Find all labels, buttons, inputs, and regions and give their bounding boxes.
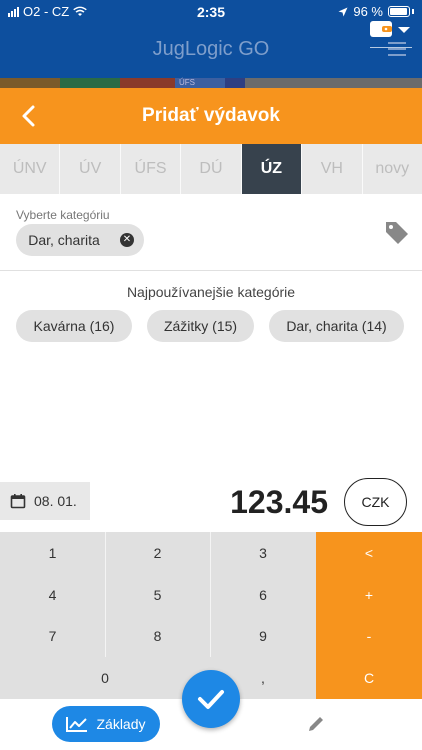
color-segment — [60, 78, 120, 88]
date-picker[interactable]: 08. 01. — [0, 482, 90, 520]
menu-icon[interactable] — [388, 42, 406, 56]
color-segment — [245, 78, 422, 88]
account-tabs: ÚNV ÚV ÚFS DÚ ÚZ VH novy — [0, 144, 422, 194]
wallet-underline — [370, 47, 412, 48]
tab-uv[interactable]: ÚV — [60, 144, 121, 194]
amount-display: 123.45 — [230, 484, 328, 520]
key-5[interactable]: 5 — [105, 574, 210, 615]
calendar-icon — [10, 494, 26, 509]
check-icon — [198, 690, 224, 709]
tab-novy[interactable]: novy — [363, 144, 422, 194]
basics-button[interactable]: Základy — [52, 706, 160, 742]
tab-ufs[interactable]: ÚFS — [121, 144, 182, 194]
location-icon — [338, 7, 348, 16]
color-segment — [225, 78, 245, 88]
confirm-button[interactable] — [182, 670, 240, 728]
basics-label: Základy — [96, 716, 146, 732]
wallet-dropdown-icon[interactable] — [366, 14, 414, 44]
key-minus[interactable]: - — [316, 615, 422, 657]
key-9[interactable]: 9 — [210, 615, 316, 657]
category-chip-dar-charita[interactable]: Dar, charita (14) — [269, 310, 404, 342]
category-chip-zazitky[interactable]: Zážitky (15) — [147, 310, 254, 342]
most-used-label: Najpoužívanejšie kategórie — [126, 284, 296, 300]
color-segment — [0, 78, 60, 88]
key-6[interactable]: 6 — [210, 574, 316, 615]
selected-category-label: Dar, charita — [28, 232, 100, 248]
key-backspace[interactable]: < — [316, 532, 422, 574]
key-7[interactable]: 7 — [0, 615, 105, 657]
key-3[interactable]: 3 — [210, 532, 316, 574]
currency-button[interactable]: CZK — [344, 478, 407, 526]
remove-category-icon[interactable]: ✕ — [120, 233, 134, 247]
tab-vh[interactable]: VH — [302, 144, 363, 194]
selected-category-chip[interactable]: Dar, charita ✕ — [16, 224, 144, 256]
tab-uz[interactable]: ÚZ — [241, 144, 303, 194]
page-title: Pridať výdavok — [142, 105, 280, 126]
category-chip-kavarna[interactable]: Kavárna (16) — [16, 310, 132, 342]
status-bar: O2 - CZ 2:35 96 % — [0, 0, 422, 24]
tab-unv[interactable]: ÚNV — [0, 144, 61, 194]
tab-du[interactable]: DÚ — [181, 144, 242, 194]
divider — [0, 270, 422, 271]
key-4[interactable]: 4 — [0, 574, 105, 615]
tag-icon[interactable] — [384, 219, 410, 245]
color-segment — [120, 78, 175, 88]
chart-icon — [66, 717, 88, 732]
edit-pencil-icon[interactable] — [306, 714, 326, 734]
key-0[interactable]: 0 — [0, 657, 210, 699]
category-label: Vyberte kategóriu — [16, 208, 110, 222]
key-1[interactable]: 1 — [0, 532, 105, 574]
key-8[interactable]: 8 — [105, 615, 210, 657]
key-2[interactable]: 2 — [105, 532, 210, 574]
title-bar: Pridať výdavok — [0, 88, 422, 144]
color-segment: ÚFS — [175, 78, 225, 88]
account-color-strip: ÚFS — [0, 78, 422, 88]
key-plus[interactable]: + — [316, 574, 422, 615]
app-title: JugLogic GO — [152, 38, 270, 60]
key-clear[interactable]: C — [316, 657, 422, 699]
date-value: 08. 01. — [34, 493, 77, 509]
app-header: O2 - CZ 2:35 96 % JugLogic GO ÚFS — [0, 0, 422, 90]
